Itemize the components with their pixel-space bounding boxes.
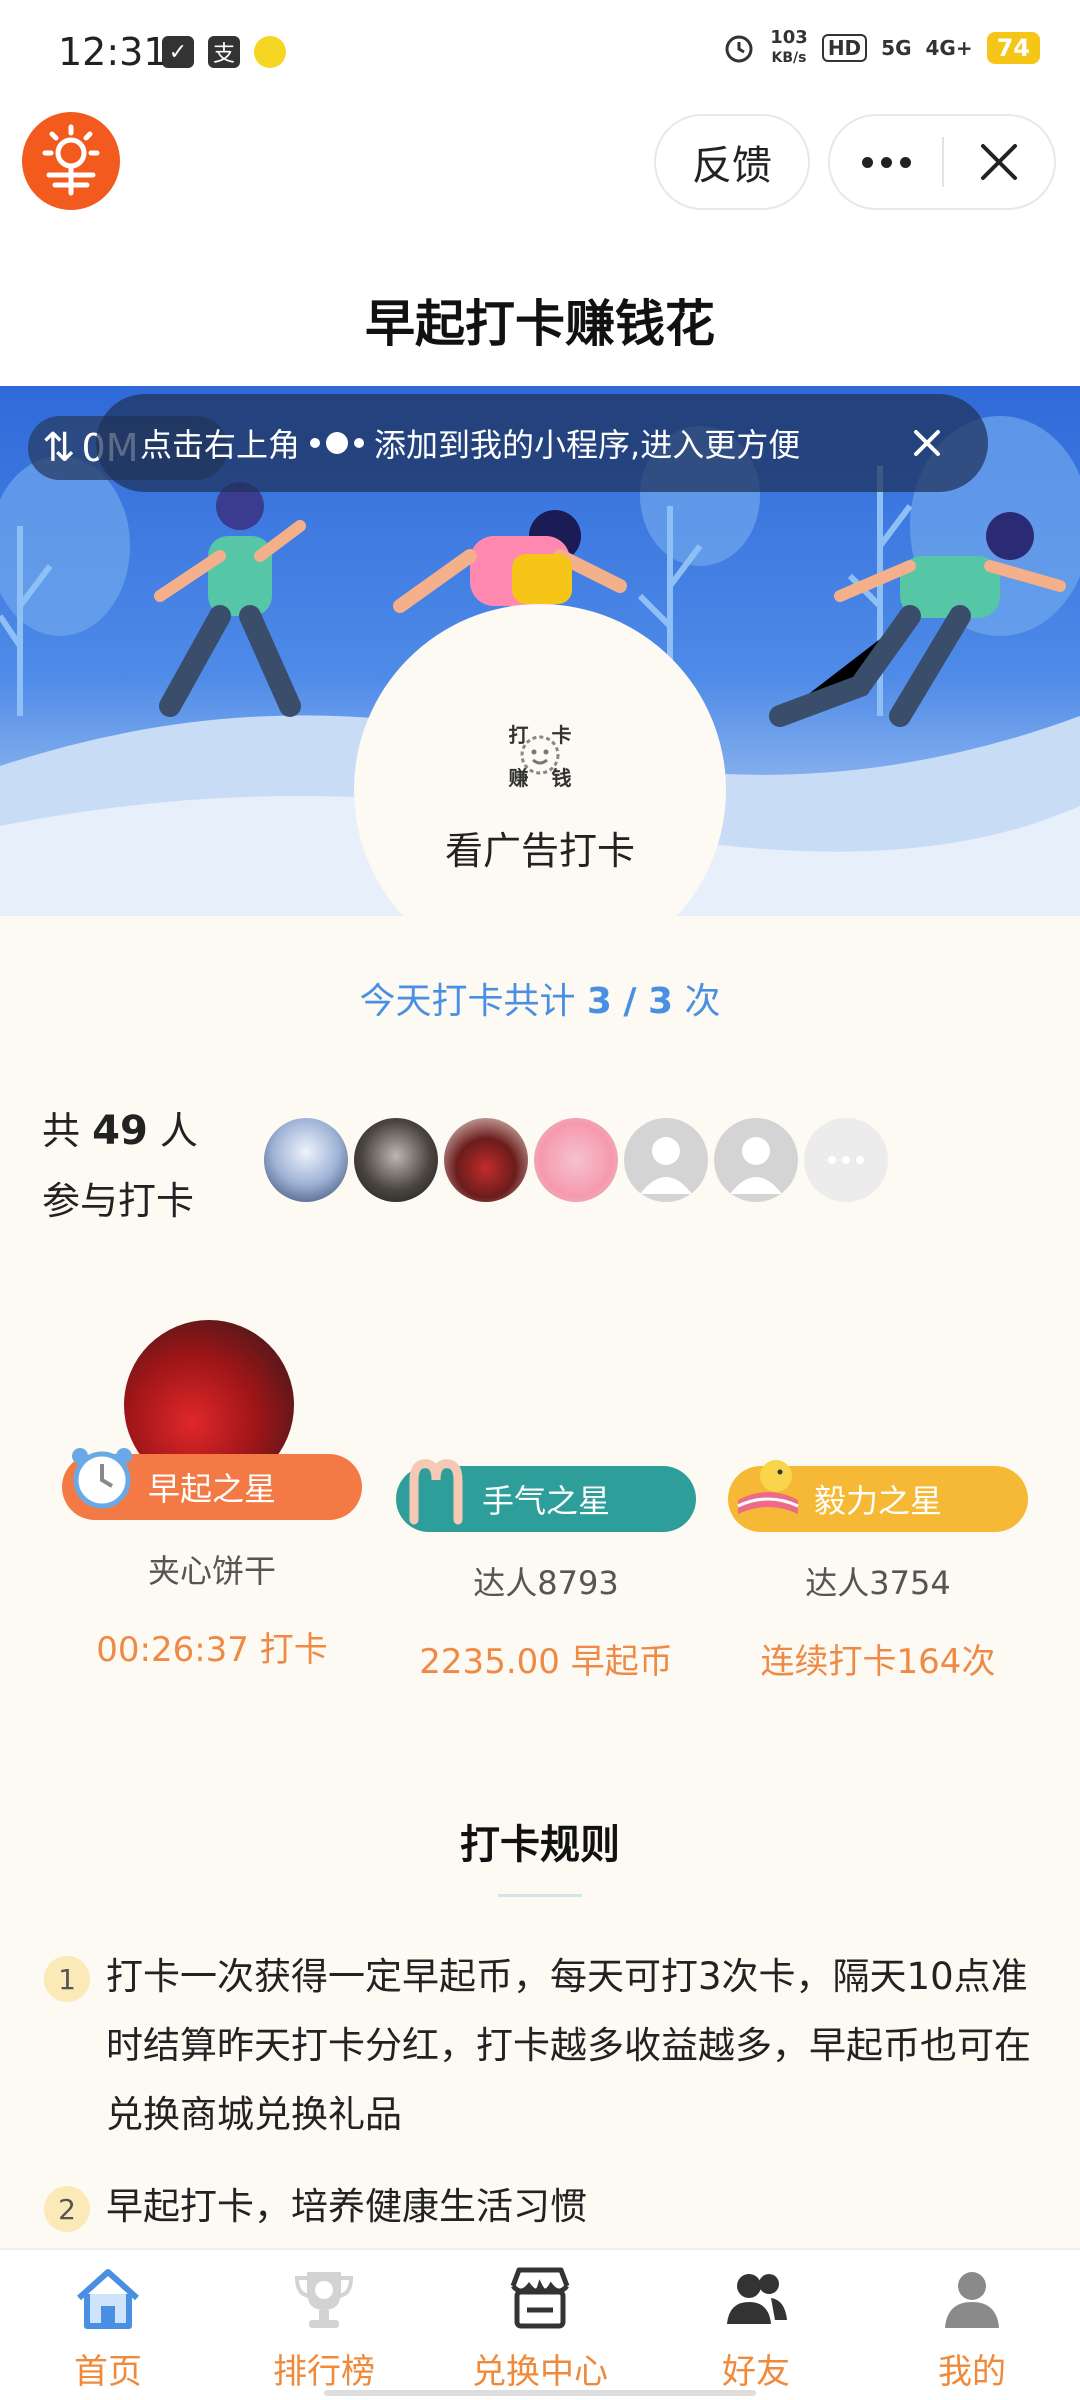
star-persistence-name: 达人3754 [805, 1564, 951, 1602]
avatar [444, 1118, 528, 1202]
rule-item: 1 打卡一次获得一定早起币，每天可打3次卡，隔天10点准时结算昨天打卡分红，打卡… [44, 1942, 1044, 2149]
rules-underline [498, 1894, 582, 1897]
star-persistence-pill: 毅力之星 [728, 1460, 1028, 1532]
alipay-icon: 支 [208, 36, 240, 68]
tab-ranking[interactable]: 排行榜 [216, 2250, 432, 2400]
star-lucky: 手气之星 达人8793 2235.00 早起币 [396, 1459, 696, 1683]
tab-friends[interactable]: 好友 [648, 2250, 864, 2400]
capsule-dots-icon [310, 432, 365, 454]
rule-number: 1 [44, 1956, 90, 2002]
network-speed: 103 KB/s [770, 27, 808, 67]
more-dot-icon [861, 156, 873, 168]
store-icon [510, 2267, 570, 2329]
home-indicator [324, 2390, 756, 2396]
tab-friends-label: 好友 [722, 2352, 790, 2392]
tab-exchange-label: 兑换中心 [472, 2352, 608, 2392]
rule-text: 打卡一次获得一定早起币，每天可打3次卡，隔天10点准时结算昨天打卡分红，打卡越多… [106, 1955, 1031, 2136]
close-icon [980, 144, 1017, 180]
close-button[interactable] [944, 116, 1054, 208]
smile-stamp-icon [520, 735, 560, 775]
stars-section: 早起之星 夹心饼干 00:26:37 打卡 手气之星 达人8793 2235.0… [0, 1320, 1080, 1700]
signal-4g: 4G+ [925, 36, 973, 60]
swap-arrows-icon: ⇅ [42, 425, 76, 471]
more-dot-icon [880, 156, 892, 168]
default-avatar-icon [640, 1137, 692, 1194]
alarm-icon [725, 35, 753, 63]
alarm-clock-icon [72, 1448, 132, 1509]
heart-hands-icon [409, 1459, 463, 1525]
avatar [714, 1118, 798, 1202]
hero-banner: ⇅ 0M 点击右上角 添加到我的小程序,进入更方便 [0, 386, 1080, 916]
app-icon [254, 36, 286, 68]
star-lucky-value: 2235.00 早起币 [419, 1642, 673, 1682]
tab-mine-label: 我的 [938, 2352, 1006, 2392]
signal-5g: 5G [881, 36, 912, 60]
star-persistence: 毅力之星 达人3754 连续打卡164次 [728, 1460, 1028, 1683]
today-total: 3 [648, 981, 674, 1022]
tab-ranking-label: 排行榜 [273, 2352, 375, 2392]
trophy-icon [294, 2272, 354, 2328]
friends-icon [727, 2274, 787, 2324]
avatar [264, 1118, 348, 1202]
battery-indicator: 74 [986, 32, 1040, 64]
miniprogram-capsule [828, 114, 1056, 210]
more-participants-icon [804, 1118, 888, 1202]
app-logo[interactable] [22, 112, 120, 210]
participant-count: 共 49 人 参与打卡 [42, 1108, 198, 1223]
checkin-stamp-icon: 打 卡 赚 钱 [497, 712, 583, 798]
add-to-miniprogram-tip: 点击右上角 添加到我的小程序,进入更方便 [96, 394, 988, 492]
default-avatar-icon [730, 1137, 782, 1194]
avatar [624, 1118, 708, 1202]
status-right: 103 KB/s HD 5G 4G+ 74 [722, 28, 1040, 68]
bottom-tab-bar: 首页 排行榜 兑换中心 好友 我的 [0, 2248, 1080, 2400]
title-bar: 反馈 早起打卡赚钱花 [0, 100, 1080, 386]
participant-avatars[interactable] [264, 1118, 888, 1202]
close-icon [914, 430, 940, 456]
shield-icon: ✓ [162, 36, 194, 68]
star-early-value: 00:26:37 打卡 [96, 1630, 328, 1670]
avatar [534, 1118, 618, 1202]
more-button[interactable] [830, 116, 942, 208]
avatar [354, 1118, 438, 1202]
star-early-name: 夹心饼干 [147, 1552, 276, 1590]
page-title: 早起打卡赚钱花 [365, 295, 715, 353]
home-icon [76, 2269, 140, 2329]
tab-mine[interactable]: 我的 [864, 2250, 1080, 2400]
star-lucky-pill: 手气之星 [396, 1459, 696, 1532]
sun-logo-icon [42, 124, 100, 196]
more-dot-icon [899, 156, 911, 168]
today-done: 3 [586, 981, 612, 1022]
rule-text: 早起打卡，培养健康生活习惯 [106, 2185, 587, 2228]
star-early-pill: 早起之星 [62, 1448, 362, 1520]
tab-home[interactable]: 首页 [0, 2250, 216, 2400]
tab-exchange[interactable]: 兑换中心 [432, 2250, 648, 2400]
status-time: 12:31 [58, 30, 168, 74]
star-early: 早起之星 夹心饼干 00:26:37 打卡 [62, 1448, 362, 1671]
today-checkin-count: 今天打卡共计 3 / 3 次 [359, 981, 721, 1022]
hd-badge: HD [821, 34, 868, 62]
profile-icon [945, 2272, 999, 2328]
feedback-button[interactable]: 反馈 [654, 114, 810, 210]
rule-item: 2 早起打卡，培养健康生活习惯 [44, 2172, 1044, 2241]
star-lucky-name: 达人8793 [473, 1564, 619, 1602]
tip-close-button[interactable] [902, 418, 952, 468]
checkin-label: 看广告打卡 [444, 829, 635, 873]
rules-title: 打卡规则 [460, 1822, 620, 1868]
app-page: 12:31 ✓ 支 103 KB/s HD 5G 4G+ 74 反馈 早起打卡赚… [0, 0, 1080, 2400]
book-chick-icon [737, 1460, 799, 1514]
tab-home-label: 首页 [74, 2352, 142, 2392]
status-bar: 12:31 ✓ 支 103 KB/s HD 5G 4G+ 74 [0, 0, 1080, 100]
star-persistence-value: 连续打卡164次 [760, 1642, 996, 1682]
rule-number: 2 [44, 2186, 90, 2232]
status-left-icons: ✓ 支 [162, 36, 286, 68]
